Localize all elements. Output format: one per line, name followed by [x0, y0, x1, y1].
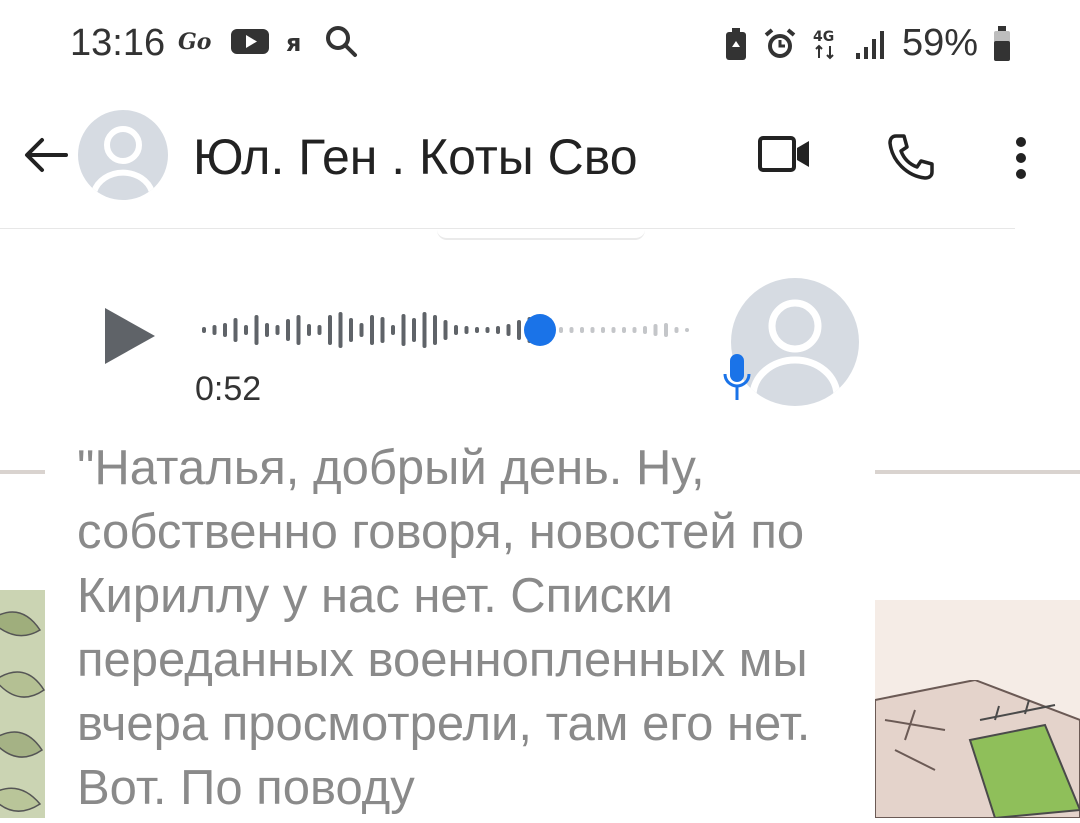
waveform-bar — [569, 327, 574, 333]
waveform-bar — [590, 327, 595, 333]
waveform-bar — [380, 317, 385, 343]
play-icon[interactable] — [103, 306, 159, 371]
alarm-icon — [762, 26, 798, 62]
waveform-bar — [244, 325, 248, 335]
waveform-bar — [359, 323, 364, 337]
waveform-bar — [212, 325, 217, 335]
waveform-bar — [233, 318, 238, 342]
waveform-bar — [559, 327, 563, 333]
signal-icon — [854, 27, 888, 61]
phone-icon[interactable] — [886, 132, 936, 187]
waveform-bar — [622, 327, 626, 333]
waveform-bar — [349, 318, 353, 342]
transcript-text: "Наталья, добрый день. Ну, собственно го… — [77, 441, 811, 815]
waveform-bar — [485, 327, 490, 333]
waveform-bar — [611, 327, 616, 333]
search-icon — [324, 24, 358, 58]
microphone-icon — [722, 352, 752, 409]
chat-header: Юл. Ген . Коты Сво — [0, 98, 1026, 229]
waveform-bar — [202, 327, 206, 333]
waveform-bar — [443, 320, 448, 340]
status-time: 13:16 — [70, 22, 166, 64]
overlay-handle — [437, 228, 645, 240]
voice-message-card: 0:52 "Наталья, добрый день. Ну, собствен… — [45, 262, 875, 818]
waveform-bar — [307, 324, 311, 336]
status-right-icons: 4G 59% — [724, 22, 1012, 65]
waveform-bar — [422, 312, 427, 348]
battery-icon — [992, 25, 1012, 63]
youtube-icon — [230, 26, 270, 56]
waveform-bar — [254, 315, 259, 345]
audio-waveform[interactable] — [200, 310, 730, 355]
svg-text:Go: Go — [178, 29, 211, 55]
waveform-bar — [653, 324, 658, 336]
waveform-bar — [296, 315, 301, 345]
waveform-bar — [517, 320, 521, 340]
network-4g-label: 4G — [813, 29, 834, 45]
waveform-bar — [338, 312, 343, 348]
status-bar: 13:16 Go я 4G 59% — [0, 0, 1080, 90]
waveform-bar — [286, 319, 290, 341]
more-vert-icon[interactable] — [1013, 136, 1029, 185]
waveform-bar — [454, 325, 458, 335]
svg-text:я: я — [286, 29, 301, 56]
battery-saver-icon — [724, 27, 748, 61]
waveform-bar — [496, 326, 500, 334]
go-icon: Go — [176, 26, 216, 56]
video-call-icon[interactable] — [757, 132, 813, 181]
network-4g-icon: 4G — [812, 26, 840, 62]
chat-title[interactable]: Юл. Ген . Коты Сво — [193, 128, 638, 186]
waveform-bar — [674, 327, 679, 333]
playback-scrubber[interactable] — [524, 314, 556, 346]
status-left-icons: Go я — [176, 24, 358, 58]
waveform-bar — [464, 326, 469, 334]
waveform-bar — [328, 315, 332, 345]
wallpaper-scene — [874, 678, 1080, 820]
waveform-bar — [601, 327, 605, 333]
waveform-bar — [632, 327, 637, 333]
waveform-bar — [401, 314, 406, 346]
contact-avatar[interactable] — [78, 110, 168, 200]
waveform-bar — [412, 318, 416, 342]
waveform-bar — [275, 325, 280, 335]
waveform-bar — [643, 326, 647, 334]
waveform-bar — [475, 327, 479, 333]
waveform-bar — [433, 315, 437, 345]
waveform-bar — [317, 325, 322, 335]
waveform-bar — [391, 325, 395, 335]
back-arrow-icon[interactable] — [22, 135, 70, 180]
waveform-bar — [664, 323, 668, 337]
waveform-bar — [223, 323, 227, 337]
waveform-bar — [580, 327, 584, 333]
waveform-bar — [685, 328, 689, 332]
wallpaper-leaves — [0, 590, 46, 818]
audio-duration: 0:52 — [195, 370, 262, 408]
battery-percent: 59% — [901, 22, 978, 64]
waveform-bar — [265, 323, 269, 337]
yandex-icon: я — [284, 26, 310, 56]
waveform-bar — [506, 324, 511, 336]
waveform-bar — [370, 315, 374, 345]
